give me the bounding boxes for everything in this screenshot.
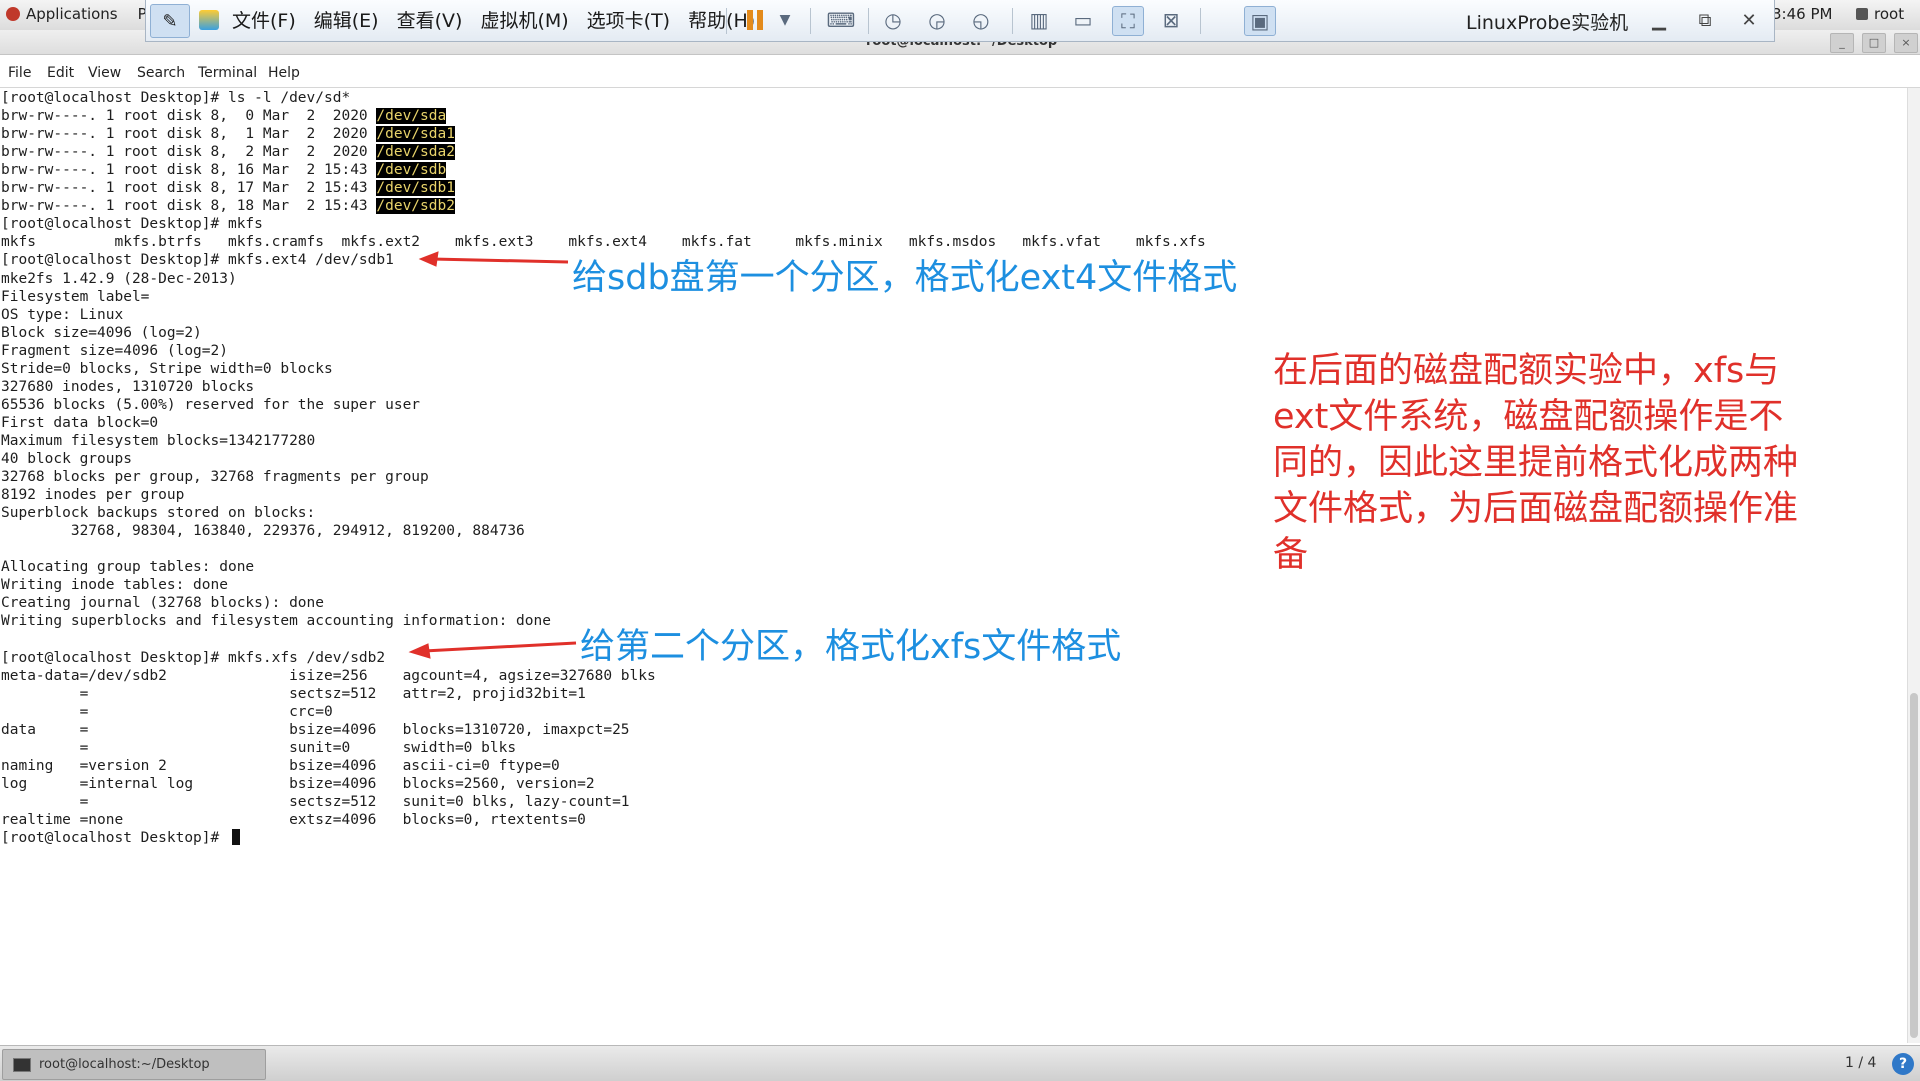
taskbar-terminal-item[interactable]: root@localhost:~/Desktop	[2, 1049, 266, 1080]
arrow-xfs	[408, 641, 577, 659]
side-note-line: 在后面的磁盘配额实验中，xfs与	[1273, 351, 1780, 391]
xfs-annotation: 给第二个分区，格式化xfs文件格式	[580, 627, 1122, 667]
side-note-line: 同的，因此这里提前格式化成两种	[1273, 443, 1799, 483]
bottom-taskbar: root@localhost:~/Desktop 1 / 4 ?	[0, 1045, 1920, 1081]
help-icon[interactable]: ?	[1892, 1053, 1914, 1075]
taskbar-item-label: root@localhost:~/Desktop	[39, 1057, 210, 1072]
side-note-line: ext文件系统，磁盘配额操作是不	[1273, 397, 1784, 437]
side-note-line: 文件格式，为后面磁盘配额操作准	[1273, 489, 1799, 529]
arrow-ext4	[418, 251, 569, 267]
ext4-annotation: 给sdb盘第一个分区，格式化ext4文件格式	[572, 258, 1238, 298]
side-note-line: 备	[1273, 535, 1309, 575]
side-note: 在后面的磁盘配额实验中，xfs与 ext文件系统，磁盘配额操作是不 同的，因此这…	[1273, 348, 1798, 578]
terminal-icon	[13, 1057, 31, 1072]
workspace-pager[interactable]: 1 / 4	[1845, 1055, 1876, 1071]
